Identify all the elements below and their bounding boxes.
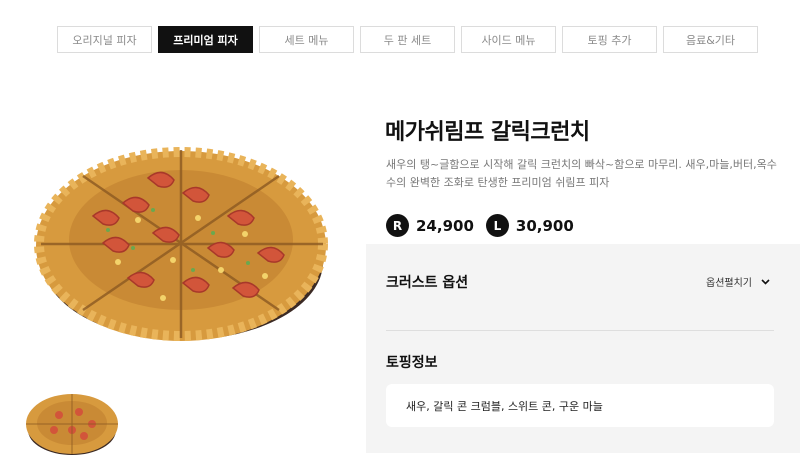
price-value-l: 30,900: [515, 216, 574, 235]
price-regular: R 24,900: [386, 214, 474, 237]
pizza-thumbnail[interactable]: [24, 390, 120, 458]
category-tabs: 오리지널 피자 프리미엄 피자 세트 메뉴 두 판 세트 사이드 메뉴 토핑 추…: [57, 26, 758, 53]
price-value-r: 24,900: [416, 216, 474, 235]
tab-topping-add[interactable]: 토핑 추가: [562, 26, 657, 53]
expand-options-label: 옵션펼치기: [706, 278, 752, 289]
divider: [386, 330, 774, 331]
expand-options-button[interactable]: 옵션펼치기: [706, 274, 770, 289]
price-large: L 30,900: [485, 214, 574, 237]
tab-original-pizza[interactable]: 오리지널 피자: [57, 26, 152, 53]
product-title: 메가쉬림프 갈릭크런치: [385, 120, 590, 145]
chevron-down-icon: [761, 278, 770, 285]
tab-set-menu[interactable]: 세트 메뉴: [259, 26, 354, 53]
tab-side-menu[interactable]: 사이드 메뉴: [461, 26, 556, 53]
topping-info-title: 토핑정보: [386, 355, 438, 371]
topping-info-box: 새우, 갈릭 콘 크럼블, 스위트 콘, 구운 마늘: [386, 384, 774, 427]
pizza-main-image: [34, 147, 328, 341]
tab-two-pizza-set[interactable]: 두 판 세트: [360, 26, 455, 53]
product-description: 새우의 탱~글함으로 시작해 갈릭 크런치의 빠삭~함으로 마무리. 새우,마늘…: [386, 158, 777, 189]
price-list: R 24,900 L 30,900: [386, 214, 586, 237]
size-badge-r: R: [386, 214, 409, 237]
crust-option-title: 크러스트 옵션: [386, 275, 469, 291]
tab-drinks-etc[interactable]: 음료&기타: [663, 26, 758, 53]
topping-info-text: 새우, 갈릭 콘 크럼블, 스위트 콘, 구운 마늘: [406, 399, 603, 413]
size-badge-l: L: [485, 214, 509, 237]
tab-premium-pizza[interactable]: 프리미엄 피자: [158, 26, 253, 53]
options-panel: 크러스트 옵션 옵션펼치기 토핑정보 새우, 갈릭 콘 크럼블, 스위트 콘, …: [366, 244, 800, 453]
